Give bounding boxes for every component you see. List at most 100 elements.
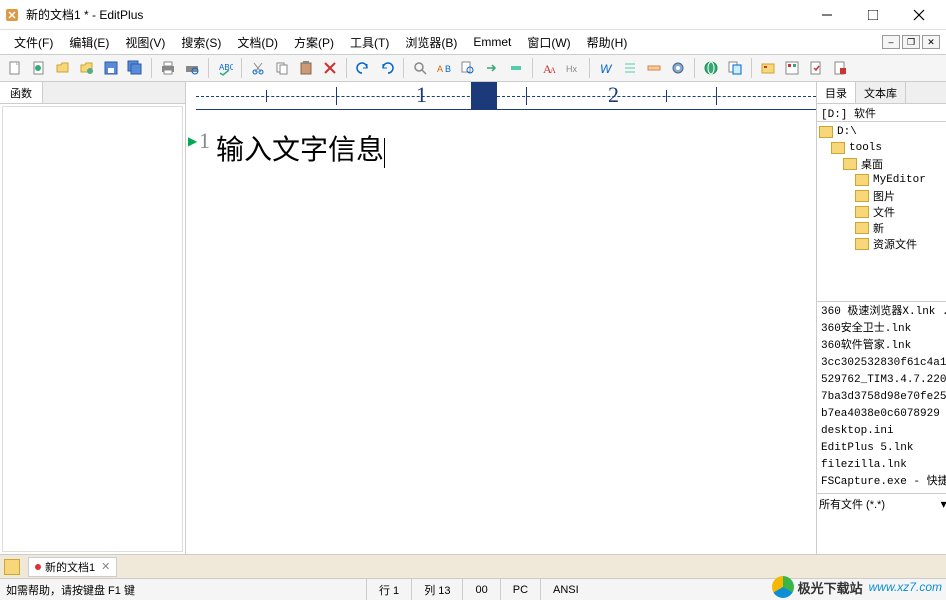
file-item[interactable]: EditPlus 5.lnk <box>821 440 946 457</box>
tree-node-label: 图片 <box>873 188 895 204</box>
file-item[interactable]: filezilla.lnk <box>821 457 946 474</box>
undo-icon[interactable] <box>352 57 374 79</box>
save-all-icon[interactable] <box>124 57 146 79</box>
tree-node[interactable]: MyEditor <box>819 172 946 188</box>
document-tab-label: 新的文档1 <box>45 559 95 575</box>
editor-area[interactable]: ▶ 1 输入文字信息 <box>186 110 816 554</box>
right-tab-directory[interactable]: 目录 <box>817 82 856 103</box>
folder-icon <box>843 158 857 170</box>
svg-text:W: W <box>600 62 613 76</box>
file-item[interactable]: desktop.ini <box>821 423 946 440</box>
file-item[interactable]: 360 极速浏览器X.lnk . <box>821 304 946 321</box>
current-line-arrow-icon: ▶ <box>188 134 197 149</box>
bookmark-icon[interactable] <box>505 57 527 79</box>
project-icon[interactable] <box>757 57 779 79</box>
menu-view[interactable]: 视图(V) <box>117 32 173 53</box>
mdi-close-button[interactable]: ✕ <box>922 35 940 49</box>
watermark-logo-icon <box>772 576 794 598</box>
text-cursor <box>384 138 385 168</box>
tab-folder-icon[interactable] <box>4 559 20 575</box>
ruler-1: 1 <box>416 82 427 108</box>
minimize-button[interactable] <box>804 0 850 30</box>
document-tab[interactable]: 新的文档1 ✕ <box>28 557 117 577</box>
print-preview-icon[interactable] <box>181 57 203 79</box>
file-item[interactable]: 360安全卫士.lnk <box>821 321 946 338</box>
file-item[interactable]: 3cc302532830f61c4a1 <box>821 355 946 372</box>
tree-node[interactable]: 资源文件 <box>819 236 946 252</box>
paste-icon[interactable] <box>295 57 317 79</box>
open-remote-icon[interactable] <box>76 57 98 79</box>
menu-project[interactable]: 方案(P) <box>286 32 342 53</box>
file-item[interactable]: b7ea4038e0c6078929 <box>821 406 946 423</box>
svg-text:ABC: ABC <box>219 63 233 72</box>
tree-node[interactable]: 图片 <box>819 188 946 204</box>
tab-close-icon[interactable]: ✕ <box>101 560 110 573</box>
menu-tools[interactable]: 工具(T) <box>342 32 397 53</box>
template-icon[interactable] <box>781 57 803 79</box>
maximize-button[interactable] <box>850 0 896 30</box>
compile-icon[interactable] <box>805 57 827 79</box>
function-list[interactable] <box>2 106 183 552</box>
redo-icon[interactable] <box>376 57 398 79</box>
editor-content: 输入文字信息 <box>216 135 384 166</box>
menu-help[interactable]: 帮助(H) <box>579 32 636 53</box>
svg-text:A: A <box>550 66 556 75</box>
run-icon[interactable] <box>724 57 746 79</box>
watermark: 极光下载站 www.xz7.com <box>772 576 942 598</box>
menu-file[interactable]: 文件(F) <box>6 32 61 53</box>
mdi-minimize-button[interactable]: – <box>882 35 900 49</box>
file-filter[interactable]: 所有文件 (*.*) <box>819 496 937 512</box>
delete-icon[interactable] <box>319 57 341 79</box>
browser-view-icon[interactable] <box>700 57 722 79</box>
tree-node[interactable]: 文件 <box>819 204 946 220</box>
hex-icon[interactable]: Hx <box>562 57 584 79</box>
file-item[interactable]: 529762_TIM3.4.7.220 <box>821 372 946 389</box>
filter-dropdown-icon[interactable]: ▾ <box>937 497 946 511</box>
mdi-restore-button[interactable]: ❐ <box>902 35 920 49</box>
wordwrap-icon[interactable]: W <box>595 57 617 79</box>
menu-window[interactable]: 窗口(W) <box>519 32 578 53</box>
menu-search[interactable]: 搜索(S) <box>173 32 229 53</box>
right-tab-cliptext[interactable]: 文本库 <box>856 82 906 103</box>
folder-icon <box>855 222 869 234</box>
close-button[interactable] <box>896 0 942 30</box>
left-tab-functions[interactable]: 函数 <box>0 82 43 103</box>
find-icon[interactable] <box>409 57 431 79</box>
drive-selector[interactable]: [D:] 软件 <box>817 104 946 122</box>
menu-document[interactable]: 文档(D) <box>229 32 286 53</box>
goto-icon[interactable] <box>481 57 503 79</box>
spellcheck-icon[interactable]: ABC <box>214 57 236 79</box>
find-in-files-icon[interactable] <box>457 57 479 79</box>
new-file-icon[interactable] <box>4 57 26 79</box>
svg-text:B: B <box>445 64 451 74</box>
tree-node-label: D:\ <box>837 126 857 138</box>
tree-node[interactable]: 新 <box>819 220 946 236</box>
folder-icon <box>855 238 869 250</box>
tree-node[interactable]: D:\ <box>819 124 946 140</box>
save-icon[interactable] <box>100 57 122 79</box>
file-item[interactable]: 7ba3d3758d98e70fe25 <box>821 389 946 406</box>
tree-node[interactable]: tools <box>819 140 946 156</box>
folder-tree[interactable]: D:\ tools 桌面MyEditor图片文件新资源文件 <box>817 122 946 302</box>
copy-icon[interactable] <box>271 57 293 79</box>
font-icon[interactable]: AA <box>538 57 560 79</box>
open-file-icon[interactable] <box>52 57 74 79</box>
linenumber-icon[interactable] <box>619 57 641 79</box>
new-html-icon[interactable] <box>28 57 50 79</box>
settings-icon[interactable] <box>667 57 689 79</box>
folder-icon <box>855 174 869 186</box>
file-item[interactable]: 360软件管家.lnk <box>821 338 946 355</box>
file-item[interactable]: FSCapture.exe - 快捷 <box>821 474 946 491</box>
file-list[interactable]: 360 极速浏览器X.lnk .360安全卫士.lnk360软件管家.lnk3c… <box>817 302 946 493</box>
cut-icon[interactable] <box>247 57 269 79</box>
menu-browser[interactable]: 浏览器(B) <box>397 32 465 53</box>
tree-node-label: 桌面 <box>861 156 883 172</box>
menu-edit[interactable]: 编辑(E) <box>61 32 117 53</box>
print-icon[interactable] <box>157 57 179 79</box>
menu-emmet[interactable]: Emmet <box>465 33 519 51</box>
tree-node[interactable]: 桌面 <box>819 156 946 172</box>
execute-icon[interactable] <box>829 57 851 79</box>
replace-icon[interactable]: AB <box>433 57 455 79</box>
ruler-icon[interactable] <box>643 57 665 79</box>
tree-node-label: tools <box>849 142 882 154</box>
